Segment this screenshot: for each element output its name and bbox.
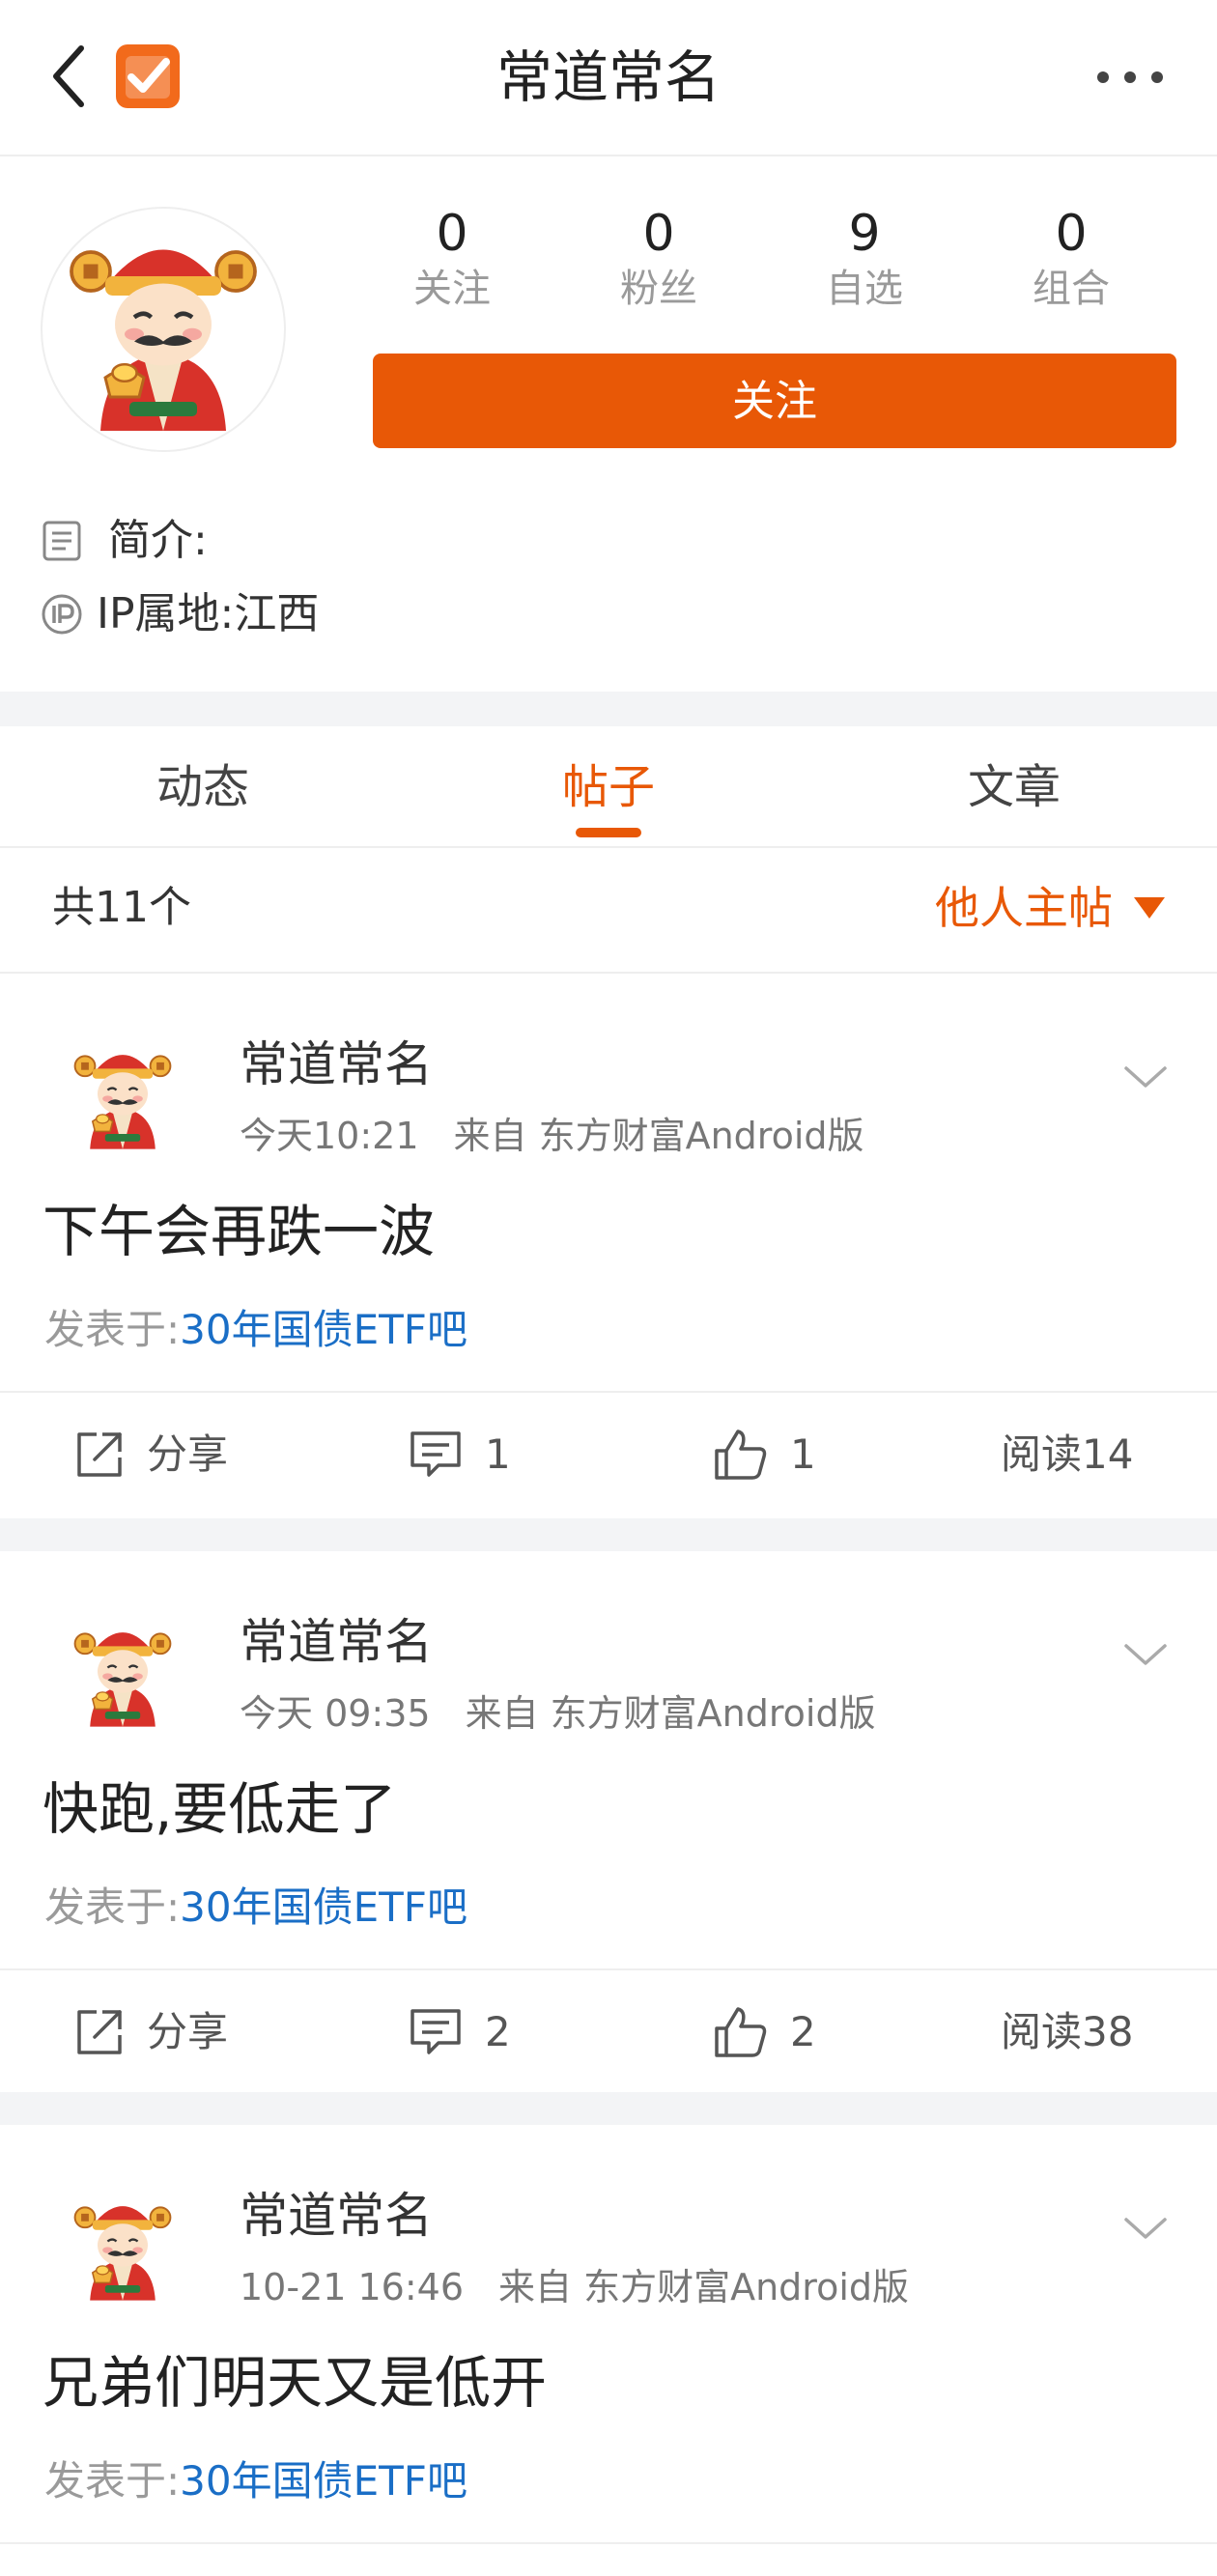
section-divider (0, 2092, 1217, 2125)
post-source: 来自 东方财富Android版 (465, 1692, 876, 1735)
stat-value: 0 (436, 205, 468, 263)
comment-icon (410, 2009, 461, 2054)
read-count: 阅读38 (1001, 2008, 1134, 2055)
stat-label: 关注 (413, 267, 491, 311)
tab-articles[interactable]: 文章 (918, 753, 1111, 821)
stat-value: 0 (1055, 205, 1088, 263)
post-content[interactable]: 兄弟们明天又是低开 (42, 2345, 547, 2420)
page-title: 常道常名 (495, 44, 721, 110)
stat-label: 自选 (826, 267, 903, 311)
intro-doc-icon (42, 521, 81, 561)
forum-link[interactable]: 30年国债ETF吧 (180, 1306, 467, 1353)
post-forum: 发表于:30年国债ETF吧 (44, 1302, 467, 1358)
post-source: 来自 东方财富Android版 (498, 2266, 910, 2308)
thumbs-up-icon (715, 1430, 767, 1480)
like-count: 2 (790, 2008, 816, 2055)
post-count: 共11个 (52, 883, 191, 932)
author-name[interactable]: 常道常名 (240, 1033, 433, 1095)
divider (0, 1391, 1217, 1393)
like-action[interactable]: 2 (713, 2005, 816, 2059)
top-bar: 常道常名 (0, 0, 1217, 156)
ip-row: IP属地:江西 (41, 585, 319, 643)
intro-label: 简介: (108, 516, 208, 565)
stat-watchlist[interactable]: 9 自选 (778, 205, 951, 313)
share-label: 分享 (147, 1430, 229, 1478)
active-tab-indicator (576, 828, 641, 837)
share-action[interactable]: 分享 (73, 2005, 228, 2059)
post-meta: 今天10:21 来自 东方财富Android版 (240, 1111, 864, 1161)
filter-label: 他人主帖 (935, 882, 1113, 934)
divider (0, 1968, 1217, 1970)
comment-action[interactable]: 2 (408, 2005, 511, 2059)
post-card[interactable]: 常道常名 今天10:21 来自 东方财富Android版 下午会再跌一波 发表于:… (0, 974, 1217, 1518)
comment-count: 1 (485, 1430, 511, 1478)
share-label: 分享 (147, 2008, 229, 2055)
post-time: 今天 09:35 (240, 1692, 431, 1735)
post-content[interactable]: 快跑,要低走了 (42, 1771, 396, 1847)
post-time: 今天10:21 (240, 1115, 419, 1157)
like-count: 1 (790, 1430, 816, 1478)
chevron-down-icon[interactable] (1122, 1640, 1169, 1669)
caishen-avatar-icon (42, 209, 284, 450)
profile-avatar[interactable] (41, 207, 286, 452)
tab-posts[interactable]: 帖子 (512, 753, 705, 821)
post-filter-dropdown[interactable]: 他人主帖 (935, 877, 1165, 939)
read-count: 阅读14 (1001, 1430, 1134, 1478)
forum-link[interactable]: 30年国债ETF吧 (180, 1883, 467, 1931)
thumbs-up-icon (715, 2007, 767, 2057)
post-meta: 10-21 16:46 来自 东方财富Android版 (240, 2262, 909, 2312)
stat-label: 组合 (1033, 267, 1110, 311)
post-content[interactable]: 下午会再跌一波 (42, 1194, 435, 1269)
follow-button[interactable]: 关注 (373, 354, 1176, 448)
stat-fans[interactable]: 0 粉丝 (572, 205, 746, 313)
author-avatar[interactable] (60, 1033, 185, 1159)
stat-value: 0 (642, 205, 675, 263)
author-avatar[interactable] (60, 2185, 185, 2310)
stat-portfolio[interactable]: 0 组合 (984, 205, 1158, 313)
ip-location-label: IP属地:江西 (97, 589, 320, 638)
divider (0, 2542, 1217, 2544)
post-card[interactable]: 常道常名 10-21 16:46 来自 东方财富Android版 兄弟们明天又是低… (0, 2125, 1217, 2576)
section-divider (0, 1518, 1217, 1551)
post-card[interactable]: 常道常名 今天 09:35 来自 东方财富Android版 快跑,要低走了 发表于… (0, 1551, 1217, 2092)
author-name[interactable]: 常道常名 (240, 2185, 433, 2247)
more-dots-icon[interactable] (1091, 60, 1169, 95)
dropdown-triangle-icon (1134, 897, 1165, 919)
posted-in-label: 发表于: (44, 1883, 181, 1931)
posted-in-label: 发表于: (44, 2457, 181, 2505)
author-name[interactable]: 常道常名 (240, 1611, 433, 1673)
section-divider (0, 692, 1217, 726)
comment-count: 2 (485, 2008, 511, 2055)
share-icon (77, 2010, 122, 2054)
stat-following[interactable]: 0 关注 (365, 205, 539, 313)
stat-value: 9 (848, 205, 881, 263)
author-avatar[interactable] (60, 1611, 185, 1737)
share-action[interactable]: 分享 (73, 1428, 228, 1482)
post-forum: 发表于:30年国债ETF吧 (44, 1880, 467, 1936)
stat-label: 粉丝 (620, 267, 697, 311)
share-icon (77, 1432, 122, 1477)
post-time: 10-21 16:46 (240, 2266, 465, 2308)
tab-dynamic[interactable]: 动态 (106, 753, 299, 821)
post-meta: 今天 09:35 来自 东方财富Android版 (240, 1688, 876, 1739)
forum-link[interactable]: 30年国债ETF吧 (180, 2457, 467, 2505)
ip-icon (42, 594, 82, 635)
intro-row: 简介: (41, 512, 208, 570)
like-action[interactable]: 1 (713, 1428, 816, 1482)
post-source: 来自 东方财富Android版 (453, 1115, 864, 1157)
post-forum: 发表于:30年国债ETF吧 (44, 2453, 467, 2509)
comment-icon (410, 1431, 461, 1477)
comment-action[interactable]: 1 (408, 1428, 511, 1482)
chevron-down-icon[interactable] (1122, 2214, 1169, 2243)
list-header: 共11个 他人主帖 (0, 848, 1217, 974)
chevron-down-icon[interactable] (1122, 1062, 1169, 1091)
posted-in-label: 发表于: (44, 1306, 181, 1353)
